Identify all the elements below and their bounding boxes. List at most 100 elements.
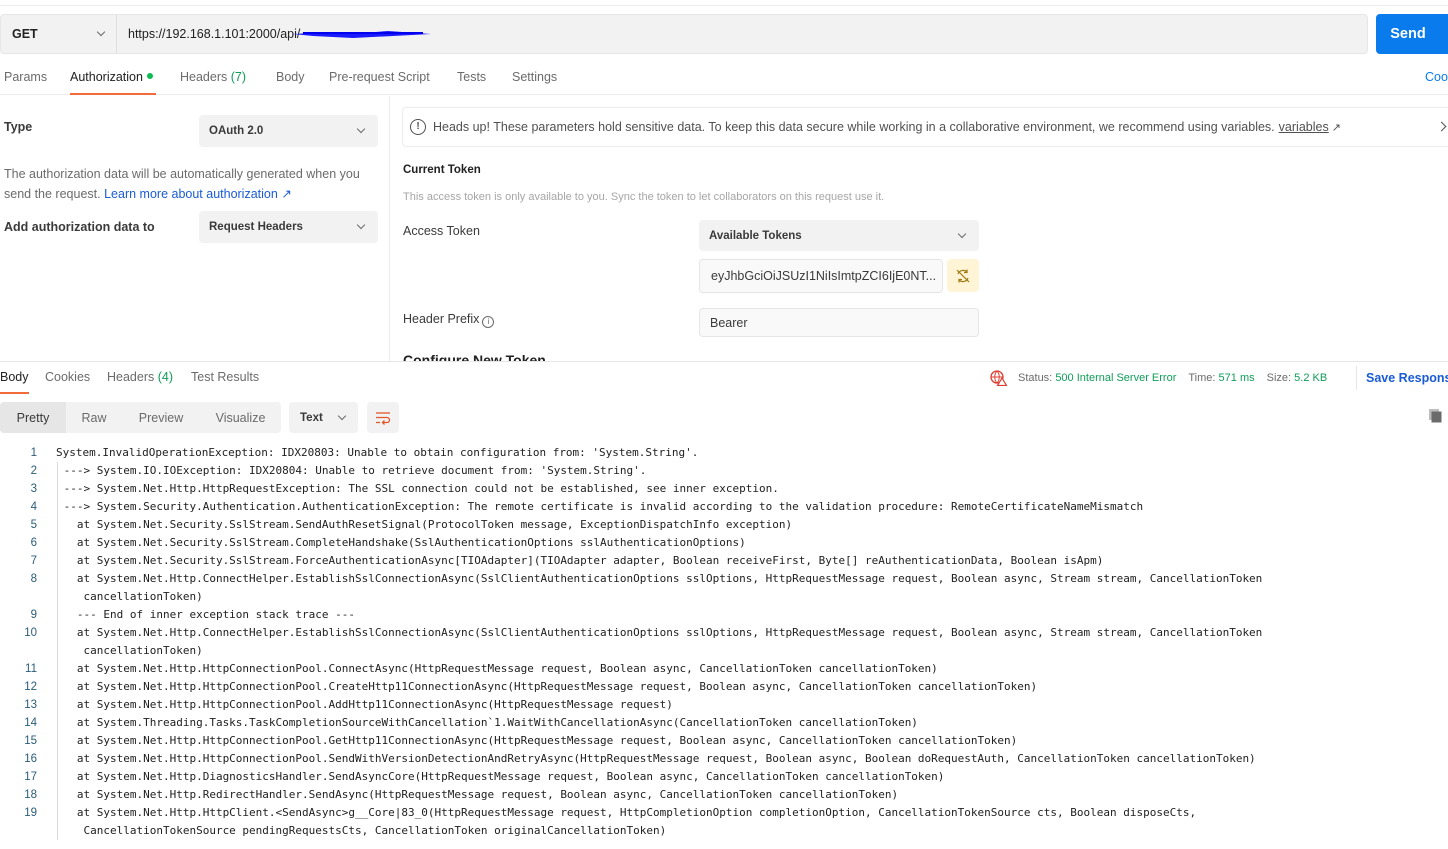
line-number: 13 — [24, 699, 37, 711]
line-number: 4 — [30, 501, 37, 513]
url-text: https://192.168.1.101:2000/api/ — [128, 27, 301, 41]
auth-type-select[interactable]: OAuth 2.0 — [199, 115, 378, 147]
add-auth-to-select[interactable]: Request Headers — [199, 211, 378, 243]
available-tokens-select[interactable]: Available Tokens — [699, 220, 979, 251]
code-line: cancellationToken) — [0, 588, 1448, 606]
send-button[interactable]: Send — [1376, 14, 1448, 54]
auth-description: The authorization data will be automatic… — [4, 164, 384, 204]
info-icon: ! — [410, 119, 426, 135]
response-tab-headers[interactable]: Headers (4) — [107, 370, 173, 394]
header-prefix-input[interactable]: Bearer — [699, 308, 979, 337]
info-icon[interactable]: i — [482, 316, 495, 328]
line-number: 8 — [30, 573, 37, 585]
available-tokens-label: Available Tokens — [709, 229, 802, 242]
view-raw[interactable]: Raw — [66, 402, 122, 433]
line-number — [0, 822, 37, 840]
format-select[interactable]: Text — [289, 402, 358, 433]
save-response-button[interactable]: Save Respons — [1356, 366, 1448, 390]
chevron-down-icon — [337, 411, 347, 420]
tab-label: Params — [4, 70, 48, 84]
configure-new-token-text: Configure New Token — [403, 352, 546, 361]
code-text: --- End of inner exception stack trace -… — [57, 608, 356, 621]
tab-label: Headers — [180, 70, 228, 84]
size-value[interactable]: 5.2 KB — [1294, 372, 1327, 384]
code-line: 18 at System.Net.Http.RedirectHandler.Se… — [0, 786, 1448, 804]
access-token-input[interactable]: eyJhbGciOiJSUzI1NiIsImtpZCI6IjE0NT... — [699, 259, 943, 293]
code-text: ---> System.Security.Authentication.Auth… — [57, 500, 1144, 513]
type-label: Type — [4, 120, 33, 134]
line-number: 2 — [30, 465, 37, 477]
code-line: 13 at System.Net.Http.HttpConnectionPool… — [0, 696, 1448, 714]
status-dot-icon — [146, 73, 153, 79]
code-text: ---> System.Net.Http.HttpRequestExceptio… — [57, 482, 779, 495]
tab-label: Cookies — [45, 370, 91, 384]
code-text: at System.Net.Http.DiagnosticsHandler.Se… — [57, 770, 945, 783]
response-tab-body[interactable]: Body — [0, 370, 29, 394]
header-prefix-label: Header Prefix i — [403, 312, 495, 328]
chevron-down-icon — [957, 229, 967, 238]
wrap-lines-button[interactable] — [367, 402, 399, 433]
line-number: 19 — [24, 807, 37, 819]
code-line: 9 --- End of inner exception stack trace… — [0, 606, 1448, 624]
response-tab-cookies[interactable]: Cookies — [45, 370, 90, 394]
access-token-value: eyJhbGciOiJSUzI1NiIsImtpZCI6IjE0NT... — [711, 269, 937, 283]
tab-tests[interactable]: Tests — [457, 70, 486, 95]
network-error-icon[interactable] — [990, 370, 1007, 386]
code-line: 8 at System.Net.Http.ConnectHelper.Estab… — [0, 570, 1448, 588]
chevron-down-icon — [356, 220, 366, 230]
chevron-right-icon[interactable] — [1436, 121, 1447, 132]
size-label: Size: — [1266, 372, 1292, 384]
redaction-scribble — [293, 31, 431, 38]
response-tab-test-results[interactable]: Test Results — [191, 370, 259, 394]
code-text: at System.Net.Http.HttpConnectionPool.Cr… — [57, 680, 1038, 693]
tab-authorization[interactable]: Authorization — [70, 70, 156, 95]
line-number: 5 — [30, 519, 37, 531]
tab-pre-request-script[interactable]: Pre-request Script — [329, 70, 430, 95]
header-prefix-value: Bearer — [710, 315, 748, 330]
sensitive-data-banner: ! Heads up! These parameters hold sensit… — [402, 107, 1448, 147]
tab-label: Pre-request Script — [329, 70, 430, 84]
line-number: 1 — [30, 447, 37, 459]
view-pretty[interactable]: Pretty — [0, 402, 66, 433]
pane-divider[interactable] — [0, 361, 1448, 362]
code-text: at System.Net.Security.SslStream.Complet… — [57, 536, 746, 549]
response-body-viewer[interactable]: 1 System.InvalidOperationException: IDX20… — [0, 444, 1448, 840]
cookies-link[interactable]: Coo — [1425, 70, 1448, 84]
code-line: 3 ---> System.Net.Http.HttpRequestExcept… — [0, 480, 1448, 498]
tab-label: Headers — [107, 370, 155, 384]
line-number: 16 — [24, 753, 37, 765]
external-link-icon: ↗ — [1331, 121, 1341, 134]
status-value[interactable]: 500 Internal Server Error — [1055, 372, 1176, 384]
tab-settings[interactable]: Settings — [512, 70, 557, 95]
code-line: 10 at System.Net.Http.ConnectHelper.Esta… — [0, 624, 1448, 642]
view-mode-group: Pretty Raw Preview Visualize — [0, 402, 281, 433]
tab-label: Body — [276, 70, 305, 84]
line-number: 10 — [24, 627, 37, 639]
method-label: GET — [12, 27, 38, 41]
view-visualize[interactable]: Visualize — [200, 402, 281, 433]
variables-link[interactable]: variables — [1279, 120, 1329, 134]
code-text: at System.Net.Security.SslStream.ForceAu… — [57, 554, 1104, 567]
tab-params[interactable]: Params — [4, 70, 47, 95]
line-number: 7 — [30, 555, 37, 567]
sync-off-icon — [956, 269, 970, 282]
sync-token-button[interactable] — [947, 259, 979, 292]
code-text: System.InvalidOperationException: IDX208… — [56, 446, 699, 459]
copy-button[interactable] — [1426, 407, 1446, 427]
method-select[interactable]: GET — [1, 15, 117, 53]
tab-body[interactable]: Body — [276, 70, 305, 95]
view-preview[interactable]: Preview — [122, 402, 200, 433]
line-number: 11 — [25, 663, 37, 675]
line-number: 17 — [24, 771, 37, 783]
tab-headers[interactable]: Headers (7) — [180, 70, 246, 95]
header-prefix-text: Header Prefix — [403, 312, 480, 326]
time-value[interactable]: 571 ms — [1219, 372, 1255, 384]
line-number: 18 — [24, 789, 37, 801]
tab-label: Test Results — [191, 370, 260, 384]
code-line: 12 at System.Net.Http.HttpConnectionPool… — [0, 678, 1448, 696]
learn-more-link[interactable]: Learn more about authorization ↗ — [104, 187, 292, 201]
code-line: 16 at System.Net.Http.HttpConnectionPool… — [0, 750, 1448, 768]
url-input[interactable]: https://192.168.1.101:2000/api/ — [117, 15, 431, 53]
tab-label: Tests — [457, 70, 487, 84]
chevron-down-icon — [96, 27, 106, 37]
